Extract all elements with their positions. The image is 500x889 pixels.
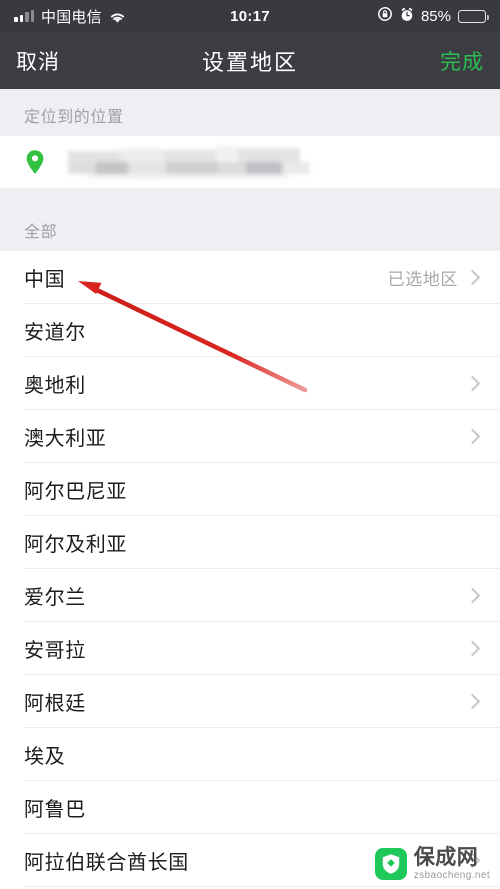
cancel-button[interactable]: 取消 (16, 46, 60, 76)
region-row-accessory (464, 428, 481, 445)
page-title: 设置地区 (201, 49, 298, 75)
region-row[interactable]: 澳大利亚 (0, 410, 500, 463)
region-row[interactable]: 安道尔 (0, 304, 500, 357)
watermark: 保成网 zsbaocheng.net (374, 847, 490, 881)
status-bar: 中国电信 10:17 85% (0, 0, 500, 32)
located-address-row[interactable] (0, 136, 500, 188)
region-name: 爱尔兰 (24, 587, 86, 609)
region-name: 阿尔及利亚 (24, 534, 127, 556)
watermark-text: 保成网 zsbaocheng.net (414, 847, 490, 881)
status-bar-left: 中国电信 (14, 6, 126, 27)
chevron-right-icon (464, 587, 481, 604)
located-section-header: 定位到的位置 (0, 89, 500, 136)
rotation-lock-icon (377, 6, 393, 26)
region-name: 埃及 (24, 746, 66, 768)
carrier-label: 中国电信 (41, 8, 102, 26)
map-pin-icon (24, 149, 46, 175)
section-gap (0, 188, 500, 204)
region-name: 阿拉伯联合酋长国 (24, 852, 189, 874)
region-row-accessory (464, 375, 481, 392)
battery-percent-label: 85% (420, 7, 451, 25)
chevron-right-icon (464, 640, 481, 657)
region-list: 中国 已选地区安道尔奥地利澳大利亚阿尔巴尼亚阿尔及利亚爱尔兰安哥拉阿根廷埃及阿鲁巴… (0, 251, 500, 887)
region-row-accessory (464, 587, 481, 604)
region-name: 阿根廷 (24, 693, 86, 715)
region-name: 澳大利亚 (24, 428, 107, 450)
redacted-address (68, 145, 328, 179)
region-list-scroll[interactable]: 定位到的位置 全部 中国 已选地区安道尔奥地利澳大利亚阿尔巴尼亚阿尔及利亚爱尔兰安… (0, 89, 500, 889)
region-row[interactable]: 阿尔及利亚 (0, 516, 500, 569)
wifi-icon (109, 10, 126, 23)
done-button[interactable]: 完成 (440, 46, 484, 76)
region-row[interactable]: 安哥拉 (0, 622, 500, 675)
alarm-icon (400, 7, 414, 26)
chevron-right-icon (464, 693, 481, 710)
region-row[interactable]: 奥地利 (0, 357, 500, 410)
phone-screen: 中国电信 10:17 85% 取消 设置地区 完成 定位到的位置 全部 中国 已… (0, 0, 500, 889)
region-name: 中国 (24, 269, 66, 291)
region-row[interactable]: 阿尔巴尼亚 (0, 463, 500, 516)
region-name: 阿鲁巴 (24, 799, 86, 821)
region-row[interactable]: 埃及 (0, 728, 500, 781)
region-row[interactable]: 爱尔兰 (0, 569, 500, 622)
watermark-url: zsbaocheng.net (413, 870, 490, 881)
region-row-accessory: 已选地区 (387, 265, 481, 290)
status-bar-right: 85% (377, 6, 489, 26)
region-row[interactable]: 阿根廷 (0, 675, 500, 728)
region-name: 安哥拉 (24, 640, 86, 662)
battery-icon (458, 9, 489, 23)
chevron-right-icon (464, 375, 481, 392)
region-row-accessory (464, 693, 481, 710)
region-row-accessory (464, 640, 481, 657)
navigation-bar: 取消 设置地区 完成 (0, 32, 500, 89)
all-section-header: 全部 (0, 204, 500, 251)
chevron-right-icon (464, 269, 481, 286)
region-row[interactable]: 中国 已选地区 (0, 251, 500, 304)
watermark-name: 保成网 (413, 846, 479, 869)
shield-icon (374, 848, 407, 880)
region-name: 奥地利 (24, 375, 86, 397)
selected-region-badge: 已选地区 (387, 270, 458, 289)
region-name: 安道尔 (24, 322, 86, 344)
region-name: 阿尔巴尼亚 (24, 481, 127, 503)
region-row[interactable]: 阿鲁巴 (0, 781, 500, 834)
signal-icon (14, 10, 34, 22)
chevron-right-icon (464, 428, 481, 445)
